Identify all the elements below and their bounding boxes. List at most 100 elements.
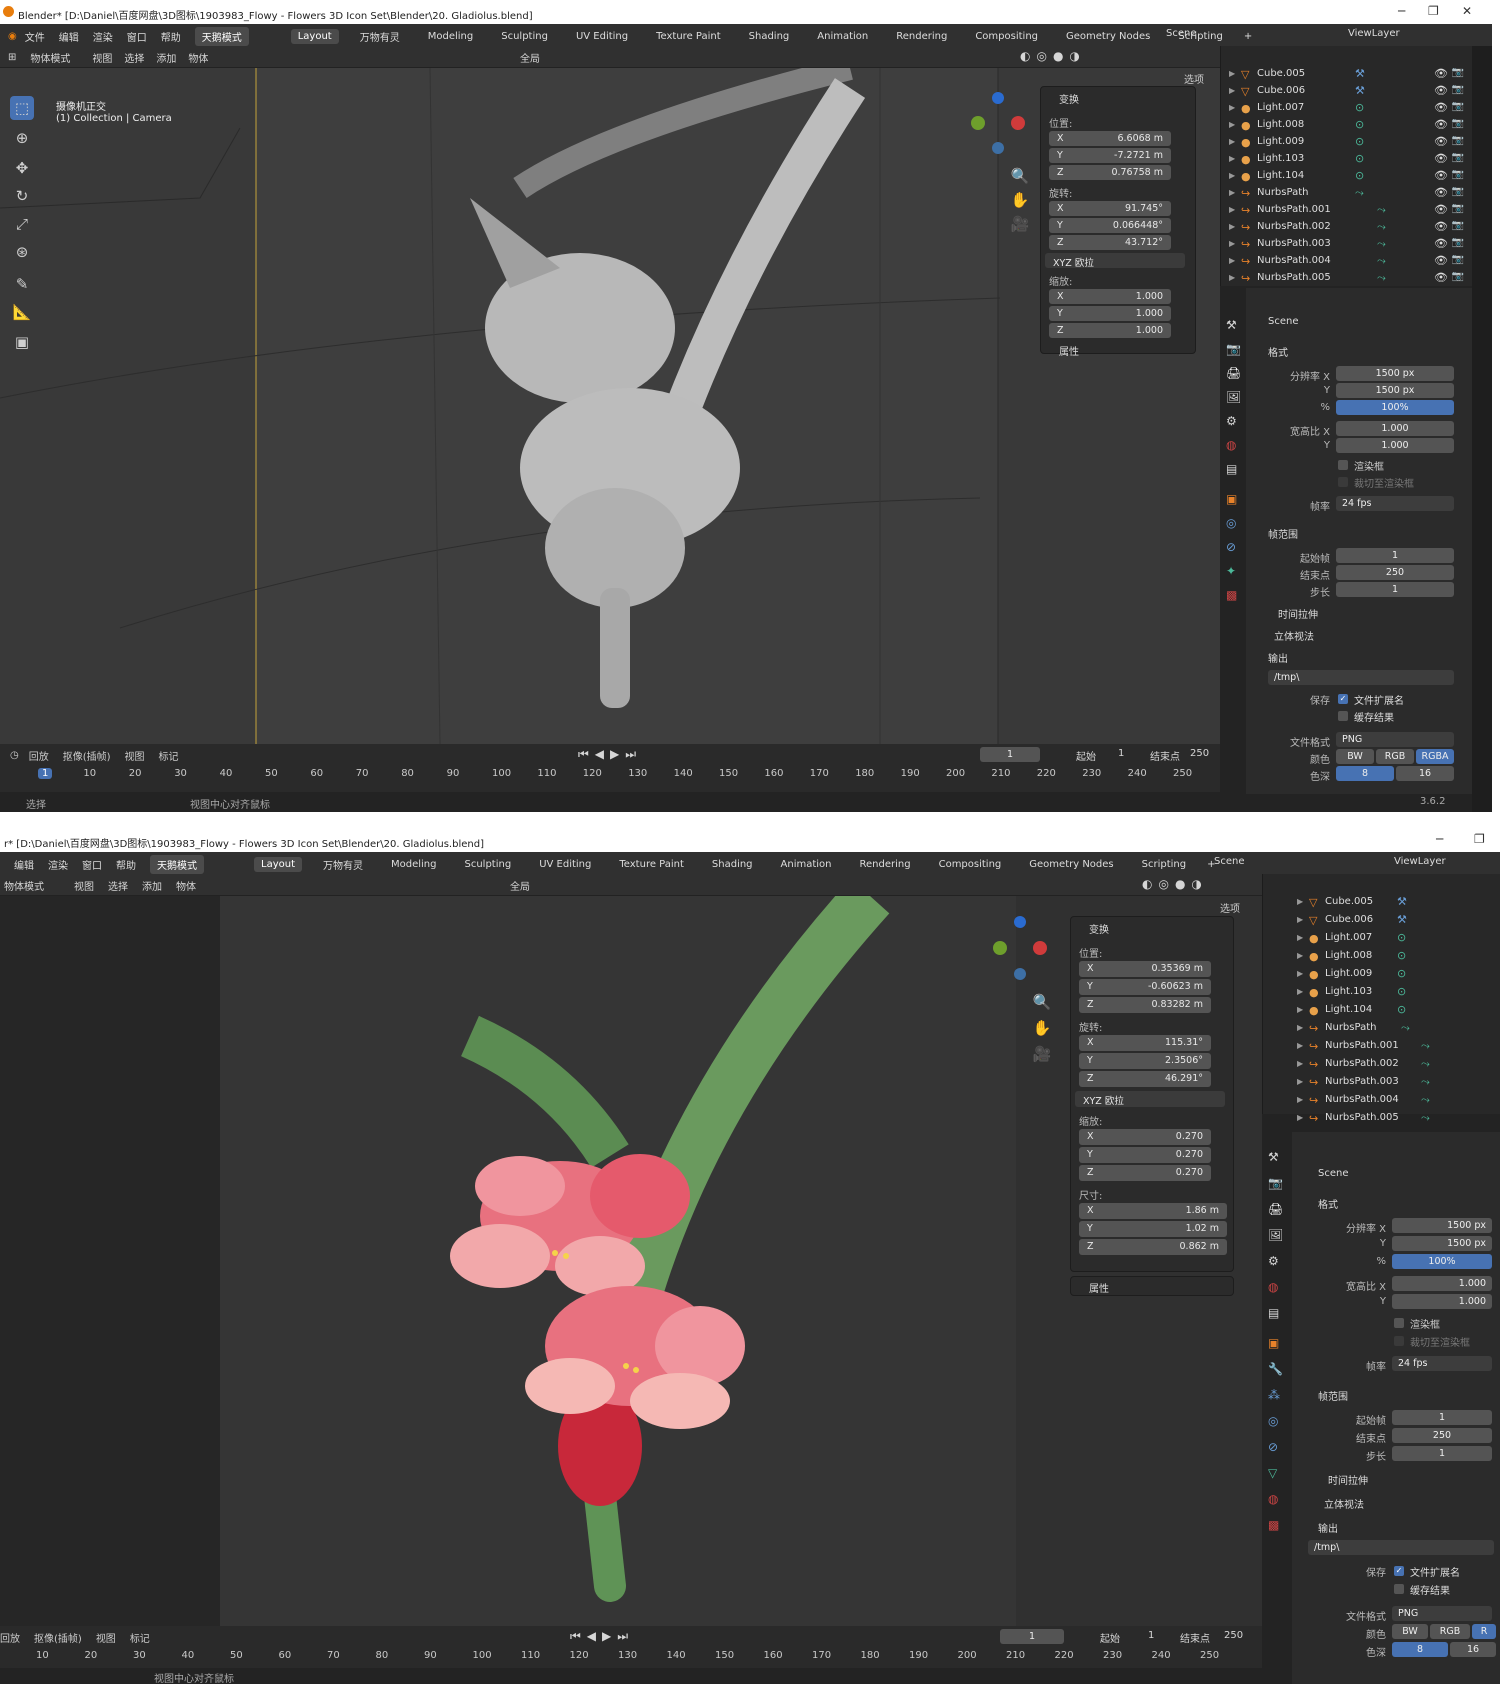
depth-8-button[interactable]: 8: [1336, 766, 1394, 781]
shading-modes-icon[interactable]: ◐◎●◑: [1020, 49, 1086, 63]
cache-result-checkbox[interactable]: [1338, 711, 1348, 721]
view-layer-tab-icon[interactable]: 🖼: [1268, 1228, 1283, 1242]
attributes-section[interactable]: 属性: [1089, 1280, 1109, 1295]
menu-file[interactable]: 文件: [25, 29, 45, 44]
modifier-tab-icon[interactable]: 🔧: [1268, 1362, 1283, 1376]
header-menu-view[interactable]: 视图: [92, 50, 112, 65]
file-format-dropdown[interactable]: PNG: [1336, 732, 1454, 747]
outliner-row[interactable]: ▶ ● Light.103 ⊙: [1263, 984, 1500, 1002]
output-section[interactable]: 输出: [1268, 650, 1288, 665]
outliner-row[interactable]: ▶ ● Light.008 ⊙: [1263, 948, 1500, 966]
rotation-x-field[interactable]: X 91.745°: [1049, 201, 1171, 216]
dimension-x-field[interactable]: X 1.86 m: [1079, 1203, 1227, 1219]
move-tool-icon[interactable]: ✥: [10, 156, 34, 180]
end-frame-field[interactable]: 250: [1336, 565, 1454, 580]
outliner-row[interactable]: ▶ ● Light.104 ⊙ 👁 📷: [1221, 168, 1472, 185]
workspace-tab[interactable]: Shading: [742, 29, 797, 44]
texture-tab-icon[interactable]: ▩: [1226, 588, 1237, 602]
workspace-tab[interactable]: Modeling: [421, 29, 481, 44]
attributes-section[interactable]: 属性: [1059, 343, 1079, 358]
timeline-menu-keying[interactable]: 抠像(插帧): [34, 1630, 82, 1645]
start-value[interactable]: 1: [1148, 1630, 1154, 1641]
scale-y-field[interactable]: Y 1.000: [1049, 306, 1171, 321]
tool-tab-icon[interactable]: ⚒: [1268, 1150, 1279, 1164]
playback-controls-icon[interactable]: ⏮◀▶⏭: [578, 747, 642, 762]
data-tab-icon[interactable]: ▽: [1268, 1466, 1277, 1480]
workspace-tab[interactable]: Animation: [810, 29, 875, 44]
file-format-dropdown[interactable]: PNG: [1392, 1606, 1492, 1621]
outliner-row[interactable]: ▶ ↪ NurbsPath.005 ⤳ 👁 📷: [1221, 270, 1472, 287]
depth-16-button[interactable]: 16: [1450, 1642, 1496, 1657]
color-bw-button[interactable]: BW: [1336, 749, 1374, 764]
header-menu-add[interactable]: 添加: [142, 878, 162, 893]
menu-window[interactable]: 窗口: [82, 857, 102, 872]
frame-range-section[interactable]: 帧范围: [1318, 1388, 1348, 1403]
workspace-tab[interactable]: 万物有灵: [353, 27, 407, 46]
particles-tab-icon[interactable]: ⁂: [1268, 1388, 1280, 1402]
outliner-row[interactable]: ▶ ● Light.008 ⊙ 👁 📷: [1221, 117, 1472, 134]
object-mode-dropdown[interactable]: 物体模式: [30, 50, 70, 65]
dimension-z-field[interactable]: Z 0.862 m: [1079, 1239, 1227, 1255]
workspace-tab[interactable]: Texture Paint: [612, 857, 691, 872]
step-field[interactable]: 1: [1336, 582, 1454, 597]
resolution-percent-field[interactable]: 100%: [1392, 1254, 1492, 1269]
collection-tab-icon[interactable]: ▤: [1268, 1306, 1279, 1320]
workspace-tab-layout[interactable]: Layout: [290, 29, 339, 44]
blender-menu-icon[interactable]: ◉: [8, 31, 17, 42]
outliner-row[interactable]: ▶ ↪ NurbsPath.003 ⤳: [1263, 1074, 1500, 1092]
location-y-field[interactable]: Y -0.60623 m: [1079, 979, 1211, 995]
workspace-tab[interactable]: Sculpting: [458, 857, 519, 872]
timeline-menu-keying[interactable]: 抠像(插帧): [63, 748, 111, 763]
end-value[interactable]: 250: [1190, 748, 1209, 759]
menu-render[interactable]: 渲染: [93, 29, 113, 44]
scale-x-field[interactable]: X 0.270: [1079, 1129, 1211, 1145]
data-tab-icon[interactable]: ✦: [1226, 564, 1236, 578]
playback-controls-icon[interactable]: ⏮◀▶⏭: [570, 1629, 634, 1644]
header-menu-select[interactable]: 选择: [108, 878, 128, 893]
workspace-tab[interactable]: Rendering: [889, 29, 954, 44]
color-rgb-button[interactable]: RGB: [1430, 1624, 1470, 1639]
cache-result-checkbox[interactable]: [1394, 1584, 1404, 1594]
scale-z-field[interactable]: Z 0.270: [1079, 1165, 1211, 1181]
annotate-tool-icon[interactable]: ✎: [10, 272, 34, 296]
minimize-icon[interactable]: ─: [1436, 832, 1443, 846]
transform-orientation-dropdown[interactable]: 全局: [510, 878, 530, 893]
outliner-row[interactable]: ▶ ↪ NurbsPath.002 ⤳: [1263, 1056, 1500, 1074]
workspace-tab[interactable]: Compositing: [932, 857, 1009, 872]
timeline-menu-playback[interactable]: 回放: [29, 748, 49, 763]
scale-y-field[interactable]: Y 0.270: [1079, 1147, 1211, 1163]
physics-tab-icon[interactable]: ◎: [1268, 1414, 1278, 1428]
mode-tab[interactable]: 天鹅模式: [194, 27, 249, 46]
workspace-tab[interactable]: 万物有灵: [316, 855, 370, 874]
resolution-percent-field[interactable]: 100%: [1336, 400, 1454, 415]
object-tab-icon[interactable]: ▣: [1268, 1336, 1279, 1350]
cursor-tool-icon[interactable]: ⊕: [10, 126, 34, 150]
outliner-row[interactable]: ▶ ↪ NurbsPath.003 ⤳ 👁 📷: [1221, 236, 1472, 253]
outliner-row[interactable]: ▶ ↪ NurbsPath.001 ⤳: [1263, 1038, 1500, 1056]
rotation-y-field[interactable]: Y 2.3506°: [1079, 1053, 1211, 1069]
color-rgba-button[interactable]: RGBA: [1416, 749, 1454, 764]
current-frame-field[interactable]: 1: [980, 747, 1040, 762]
menu-edit[interactable]: 编辑: [59, 29, 79, 44]
measure-tool-icon[interactable]: 📐: [10, 300, 34, 324]
pan-hand-icon[interactable]: ✋: [1030, 1016, 1054, 1040]
scene-tab-icon[interactable]: ⚙: [1226, 414, 1237, 428]
location-z-field[interactable]: Z 0.76758 m: [1049, 165, 1171, 180]
output-path-field[interactable]: /tmp\: [1308, 1540, 1494, 1555]
outliner-row[interactable]: ▶ ● Light.007 ⊙ 👁 📷: [1221, 100, 1472, 117]
res-y-field[interactable]: 1500 px: [1336, 383, 1454, 398]
rotation-mode-dropdown[interactable]: XYZ 欧拉: [1045, 253, 1185, 269]
pan-hand-icon[interactable]: ✋: [1008, 188, 1032, 212]
outliner-row[interactable]: ▶ ▽ Cube.005 ⚒ 👁 📷: [1221, 66, 1472, 83]
workspace-tab[interactable]: Modeling: [384, 857, 444, 872]
time-stretch-section[interactable]: 时间拉伸: [1328, 1472, 1368, 1487]
render-region-checkbox[interactable]: [1338, 460, 1348, 470]
zoom-icon[interactable]: 🔍: [1030, 990, 1054, 1014]
timeline-ruler[interactable]: 1 10 20 30 40 50 60 70 80 90 100 110 120 130 140 150 160…: [0, 766, 1220, 786]
timeline-menu-marker[interactable]: 标记: [159, 748, 179, 763]
scene-tab-icon[interactable]: ⚙: [1268, 1254, 1279, 1268]
outliner-row[interactable]: ▶ ↪ NurbsPath ⤳: [1263, 1020, 1500, 1038]
crop-checkbox[interactable]: [1394, 1336, 1404, 1346]
minimize-icon[interactable]: ─: [1398, 4, 1405, 18]
output-tab-icon[interactable]: 🖨: [1226, 366, 1241, 380]
